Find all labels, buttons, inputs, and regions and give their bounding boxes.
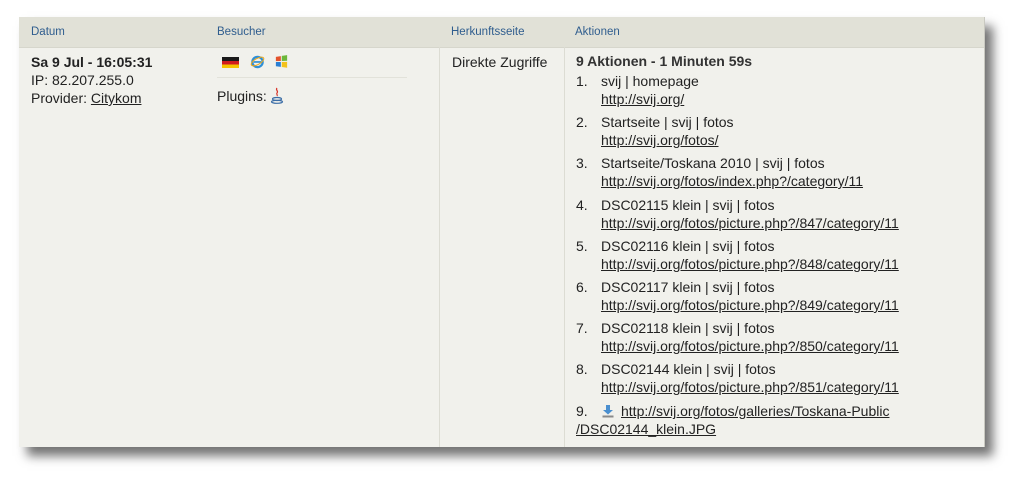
- action-number: 1.: [576, 73, 588, 89]
- download-link[interactable]: /DSC02144_klein.JPG: [576, 421, 716, 437]
- table-header: Datum Besucher Herkunftsseite Aktionen: [19, 17, 984, 48]
- visit-datetime: Sa 9 Jul - 16:05:31: [31, 54, 153, 70]
- action-title: DSC02116 klein | svij | fotos: [601, 238, 775, 254]
- column-divider: [564, 47, 565, 447]
- action-url-link[interactable]: http://svij.org/fotos/picture.php?/850/c…: [576, 337, 899, 355]
- action-number: 9.: [576, 403, 588, 419]
- download-link-continued: /DSC02144_klein.JPG: [576, 420, 716, 438]
- column-header-aktionen[interactable]: Aktionen: [575, 26, 620, 38]
- visitor-separator: [217, 77, 407, 78]
- list-item: 2. Startseite | svij | fotos http://svij.o…: [576, 113, 734, 149]
- action-url-link[interactable]: http://svij.org/: [576, 90, 699, 108]
- download-icon: [602, 405, 614, 418]
- actions-summary: 9 Aktionen - 1 Minuten 59s: [576, 53, 753, 69]
- list-item-download: 9. http://svij.org/fotos/galleries/Toska…: [576, 402, 889, 420]
- column-header-datum[interactable]: Datum: [31, 26, 65, 38]
- list-item: 1. svij | homepage http://svij.org/: [576, 72, 699, 108]
- plugins-label: Plugins:: [217, 88, 267, 104]
- provider-label: Provider:: [31, 90, 91, 106]
- action-number: 3.: [576, 155, 588, 171]
- list-item: 3. Startseite/Toskana 2010 | svij | fotos…: [576, 154, 863, 190]
- action-url-link[interactable]: http://svij.org/fotos/picture.php?/848/c…: [576, 255, 899, 273]
- referrer-text: Direkte Zugriffe: [452, 54, 548, 70]
- action-number: 4.: [576, 197, 588, 213]
- download-link[interactable]: http://svij.org/fotos/galleries/Toskana-…: [621, 403, 889, 419]
- column-header-besucher[interactable]: Besucher: [217, 26, 266, 38]
- list-item: 8. DSC02144 klein | svij | fotos http://sv…: [576, 360, 899, 396]
- action-title: DSC02144 klein | svij | fotos: [601, 361, 776, 377]
- action-number: 2.: [576, 114, 588, 130]
- action-url-link[interactable]: http://svij.org/fotos/: [576, 131, 734, 149]
- action-number: 8.: [576, 361, 588, 377]
- visitor-log-panel: Datum Besucher Herkunftsseite Aktionen S…: [19, 17, 985, 447]
- visit-provider: Provider: Citykom: [31, 89, 141, 107]
- windows-icon: [275, 55, 288, 68]
- action-number: 6.: [576, 279, 588, 295]
- action-number: 5.: [576, 238, 588, 254]
- action-title: DSC02118 klein | svij | fotos: [601, 320, 775, 336]
- list-item: 6. DSC02117 klein | svij | fotos http://sv…: [576, 278, 899, 314]
- java-icon: [270, 87, 284, 104]
- action-url-link[interactable]: http://svij.org/fotos/picture.php?/851/c…: [576, 378, 899, 396]
- action-title: Startseite | svij | fotos: [601, 114, 734, 130]
- internet-explorer-icon: [250, 55, 265, 69]
- action-title: Startseite/Toskana 2010 | svij | fotos: [601, 155, 825, 171]
- visit-ip: IP: 82.207.255.0: [31, 72, 134, 88]
- action-number: 7.: [576, 320, 588, 336]
- action-url-link[interactable]: http://svij.org/fotos/picture.php?/849/c…: [576, 296, 899, 314]
- column-divider: [439, 47, 440, 447]
- action-url-link[interactable]: http://svij.org/fotos/index.php?/categor…: [576, 172, 863, 190]
- action-title: DSC02117 klein | svij | fotos: [601, 279, 775, 295]
- list-item: 4. DSC02115 klein | svij | fotos http://sv…: [576, 196, 899, 232]
- germany-flag-icon: [222, 57, 239, 68]
- list-item: 7. DSC02118 klein | svij | fotos http://sv…: [576, 319, 899, 355]
- column-header-herkunftsseite[interactable]: Herkunftsseite: [451, 26, 525, 38]
- action-title: svij | homepage: [601, 73, 699, 89]
- provider-link[interactable]: Citykom: [91, 90, 142, 106]
- action-title: DSC02115 klein | svij | fotos: [601, 197, 775, 213]
- list-item: 5. DSC02116 klein | svij | fotos http://sv…: [576, 237, 899, 273]
- action-url-link[interactable]: http://svij.org/fotos/picture.php?/847/c…: [576, 214, 899, 232]
